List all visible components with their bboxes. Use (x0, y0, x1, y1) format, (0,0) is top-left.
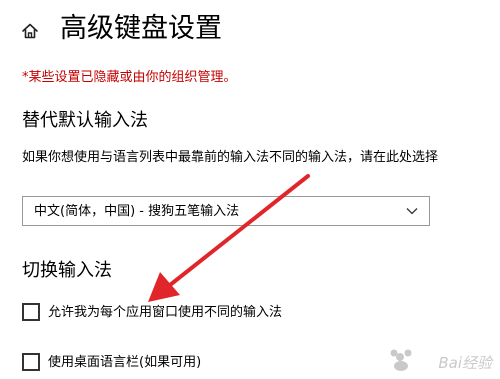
dropdown-selected-value: 中文(简体，中国) - 搜狗五笔输入法 (34, 204, 240, 219)
default-input-heading: 替代默认输入法 (22, 110, 148, 131)
per-app-input-method-option[interactable]: 允许我为每个应用窗口使用不同的输入法 (22, 302, 442, 324)
watermark-text: Bai经验 (438, 354, 492, 372)
per-app-input-method-checkbox[interactable] (22, 303, 40, 321)
per-app-input-method-label[interactable]: 允许我为每个应用窗口使用不同的输入法 (48, 303, 282, 323)
page-title: 高级键盘设置 (60, 13, 222, 44)
desktop-language-bar-checkbox[interactable] (22, 353, 40, 371)
default-input-description: 如果你想使用与语言列表中最靠前的输入法不同的输入法，请在此处选择 (22, 150, 439, 165)
desktop-language-bar-option[interactable]: 使用桌面语言栏(如果可用) (22, 352, 442, 374)
home-icon[interactable] (21, 22, 39, 40)
chevron-down-icon (406, 208, 418, 215)
switch-input-heading: 切换输入法 (22, 260, 112, 281)
default-input-method-dropdown[interactable]: 中文(简体，中国) - 搜狗五笔输入法 (22, 196, 430, 226)
desktop-language-bar-label[interactable]: 使用桌面语言栏(如果可用) (48, 353, 201, 373)
advanced-keyboard-settings-page: 高级键盘设置 *某些设置已隐藏或由你的组织管理。 替代默认输入法 如果你想使用与… (0, 0, 500, 379)
watermark: Bai经验 (382, 341, 492, 375)
managed-notice: *某些设置已隐藏或由你的组织管理。 (22, 70, 237, 85)
